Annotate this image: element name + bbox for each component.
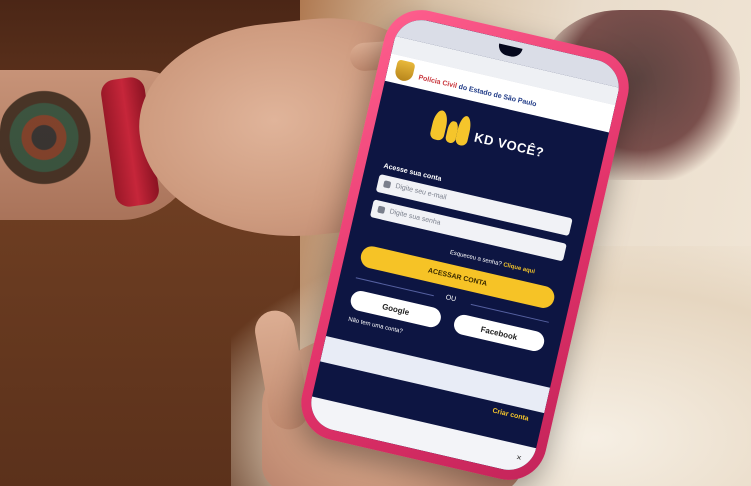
submit-label: ACESSAR CONTA [427, 267, 488, 288]
app-brand: KD VOCÊ? [472, 129, 546, 161]
create-account-link[interactable]: Criar conta [492, 408, 530, 423]
no-account-text: Não tem uma conta? [347, 316, 404, 336]
photo-scene: Polícia Civil do Estado de São Paulo KD … [0, 0, 751, 486]
site-title-rest: do Estado de São Paulo [457, 83, 538, 109]
family-logo-icon [424, 108, 475, 151]
close-icon[interactable]: × [515, 452, 522, 463]
forgot-link[interactable]: Clique aqui [503, 262, 536, 275]
or-label: OU [444, 294, 457, 304]
arm-tattoo [0, 88, 110, 198]
site-title-accent: Polícia Civil [417, 74, 458, 90]
police-badge-icon [393, 59, 416, 83]
password-placeholder: Digite sua senha [388, 208, 442, 227]
lock-icon [377, 205, 386, 214]
email-icon [382, 180, 392, 189]
facebook-label: Facebook [479, 324, 519, 342]
google-label: Google [381, 302, 411, 318]
info-banner: Criar conta [320, 336, 551, 423]
email-placeholder: Digite seu e-mail [394, 182, 448, 202]
